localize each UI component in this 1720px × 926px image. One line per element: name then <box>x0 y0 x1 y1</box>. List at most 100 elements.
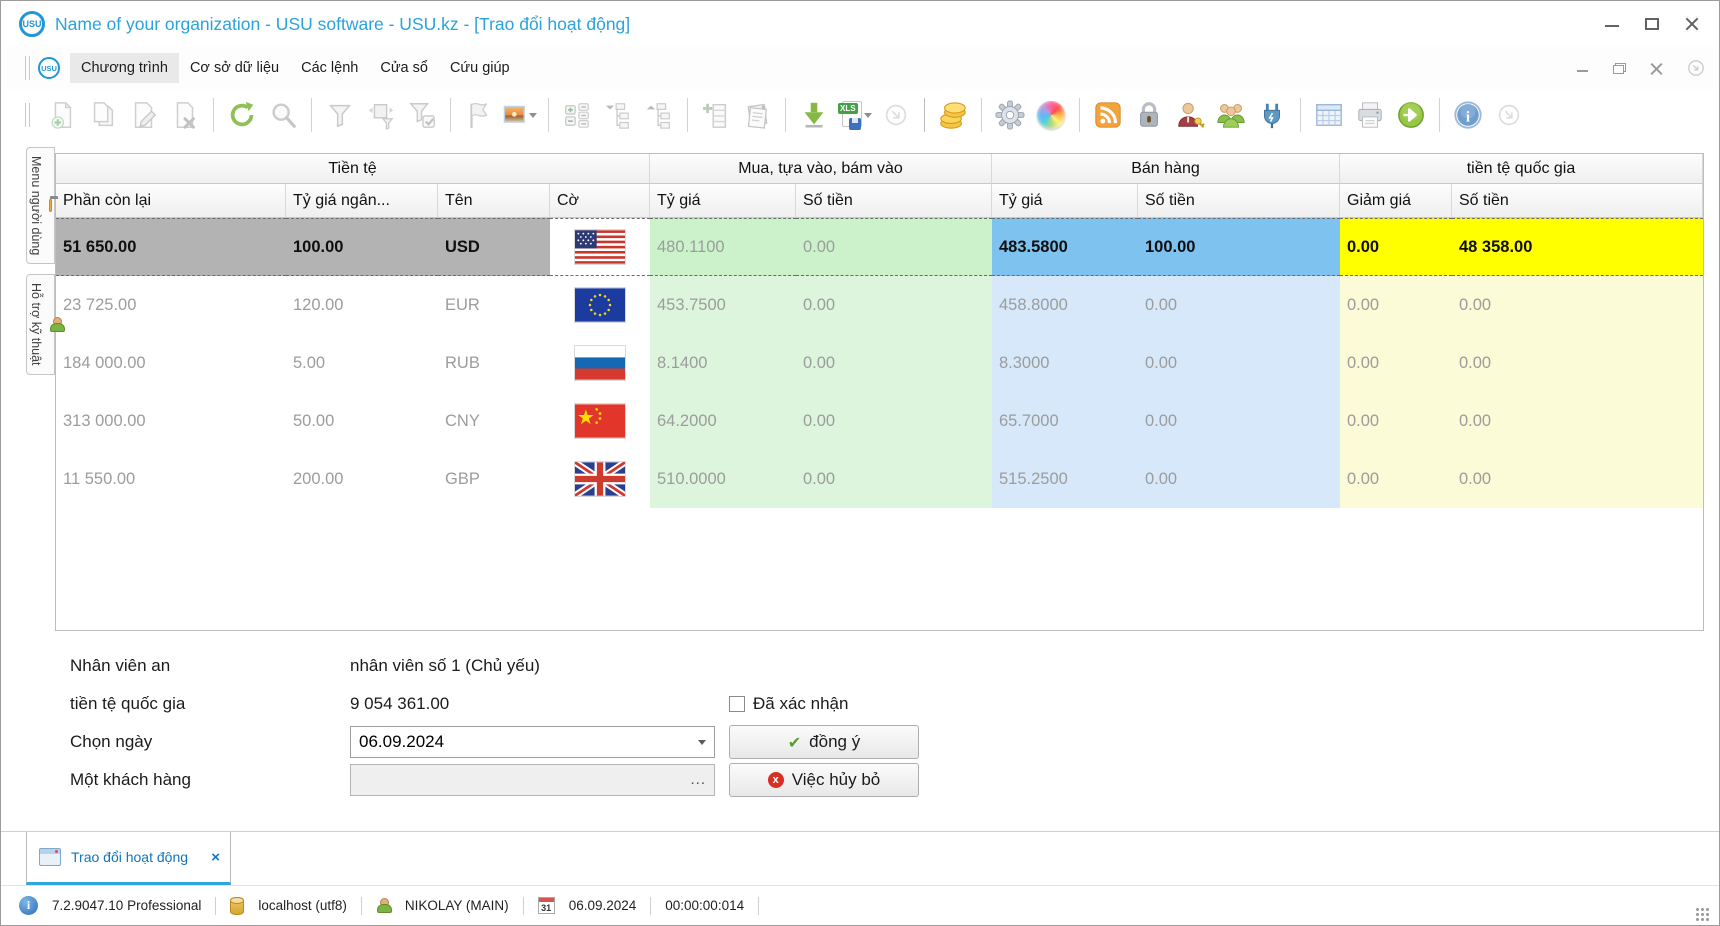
tree-expand-button[interactable] <box>601 97 635 133</box>
col-header-remaining[interactable]: Phần còn lại <box>56 184 286 218</box>
flag-cny[interactable] <box>550 392 650 450</box>
menu-item-database[interactable]: Cơ sở dữ liệu <box>179 53 290 83</box>
ok-button[interactable]: ✔ đồng ý <box>729 725 919 759</box>
confirmed-checkbox[interactable] <box>729 696 745 712</box>
child-restore-button[interactable] <box>1613 63 1626 74</box>
info-button[interactable]: i <box>1451 97 1485 133</box>
plug-button[interactable] <box>1255 97 1289 133</box>
add-record-button[interactable] <box>45 97 79 133</box>
users-group-button[interactable] <box>1214 97 1248 133</box>
cell-central-rate[interactable]: 5.00 <box>286 334 438 392</box>
cell-remaining[interactable]: 11 550.00 <box>56 450 286 508</box>
resize-grip[interactable] <box>1695 907 1709 921</box>
coins-button[interactable] <box>936 97 970 133</box>
cell-code[interactable]: RUB <box>438 334 550 392</box>
picture-button[interactable] <box>503 97 537 133</box>
sidebar-tab-tech-support[interactable]: Hỗ trợ kỹ thuật <box>26 274 55 375</box>
flag-usd[interactable] <box>550 218 650 276</box>
date-input[interactable] <box>350 726 715 758</box>
cell-sell-amount[interactable]: 0.00 <box>1138 392 1340 450</box>
sidebar-tab-user-menu[interactable]: Menu người dùng <box>26 147 55 264</box>
delete-record-button[interactable] <box>168 97 202 133</box>
cell-sell-amount[interactable]: 100.00 <box>1138 218 1340 276</box>
cell-buy-amount[interactable]: 0.00 <box>796 276 992 334</box>
window-close-button[interactable] <box>1685 18 1699 30</box>
lock-button[interactable] <box>1132 97 1166 133</box>
export-dropdown-arrow[interactable] <box>864 113 872 118</box>
cell-discount[interactable]: 0.00 <box>1340 392 1452 450</box>
cell-buy-rate[interactable]: 8.1400 <box>650 334 796 392</box>
child-close-button[interactable] <box>1650 63 1663 74</box>
cell-buy-amount[interactable]: 0.00 <box>796 392 992 450</box>
search-button[interactable] <box>266 97 300 133</box>
col-header-name[interactable]: Tên <box>438 184 550 218</box>
documents-button[interactable] <box>740 97 774 133</box>
col-header-national-amount[interactable]: Số tiền <box>1452 184 1703 218</box>
col-header-sell-amount[interactable]: Số tiền <box>1138 184 1340 218</box>
settings-gear-button[interactable] <box>993 97 1027 133</box>
child-minimize-button[interactable] <box>1576 63 1589 74</box>
cell-code[interactable]: USD <box>438 218 550 276</box>
cell-remaining[interactable]: 23 725.00 <box>56 276 286 334</box>
rss-button[interactable] <box>1091 97 1125 133</box>
cell-buy-rate[interactable]: 510.0000 <box>650 450 796 508</box>
cell-code[interactable]: GBP <box>438 450 550 508</box>
tab-exchange-operations[interactable]: Trao đổi hoạt động × <box>26 832 231 885</box>
cell-sell-rate[interactable]: 458.8000 <box>992 276 1138 334</box>
color-wheel-button[interactable] <box>1034 97 1068 133</box>
add-column-button[interactable] <box>699 97 733 133</box>
window-maximize-button[interactable] <box>1645 18 1659 30</box>
group-header-national[interactable]: tiền tệ quốc gia <box>1340 154 1703 184</box>
group-header-sell[interactable]: Bán hàng <box>992 154 1340 184</box>
cell-buy-amount[interactable]: 0.00 <box>796 218 992 276</box>
export-xls-button[interactable]: XLS <box>838 97 872 133</box>
col-header-buy-amount[interactable]: Số tiền <box>796 184 992 218</box>
menu-item-help[interactable]: Cứu giúp <box>439 53 521 83</box>
cell-national-amount[interactable]: 0.00 <box>1452 334 1703 392</box>
cell-national-amount[interactable]: 0.00 <box>1452 276 1703 334</box>
cell-national-amount[interactable]: 0.00 <box>1452 392 1703 450</box>
cell-buy-amount[interactable]: 0.00 <box>796 450 992 508</box>
cell-buy-amount[interactable]: 0.00 <box>796 334 992 392</box>
filter-columns-button[interactable] <box>364 97 398 133</box>
cell-code[interactable]: EUR <box>438 276 550 334</box>
window-minimize-button[interactable] <box>1605 18 1619 30</box>
cell-central-rate[interactable]: 200.00 <box>286 450 438 508</box>
toolbar-grip-2[interactable] <box>25 103 30 127</box>
group-header-buy[interactable]: Mua, tựa vào, bám vào <box>650 154 992 184</box>
tree-collapse-button[interactable] <box>642 97 676 133</box>
edit-record-button[interactable] <box>127 97 161 133</box>
refresh-button[interactable] <box>225 97 259 133</box>
flag-eur[interactable] <box>550 276 650 334</box>
table-grid-button[interactable] <box>1312 97 1346 133</box>
cell-discount[interactable]: 0.00 <box>1340 276 1452 334</box>
download-button[interactable] <box>797 97 831 133</box>
picture-dropdown-arrow[interactable] <box>529 113 537 118</box>
cell-sell-rate[interactable]: 483.5800 <box>992 218 1138 276</box>
cell-sell-amount[interactable]: 0.00 <box>1138 334 1340 392</box>
flag-gbp[interactable] <box>550 450 650 508</box>
cell-discount[interactable]: 0.00 <box>1340 450 1452 508</box>
menu-item-window[interactable]: Cửa sổ <box>369 53 439 83</box>
cell-discount[interactable]: 0.00 <box>1340 334 1452 392</box>
menu-item-commands[interactable]: Các lệnh <box>290 53 369 83</box>
cell-remaining[interactable]: 313 000.00 <box>56 392 286 450</box>
date-dropdown-arrow[interactable] <box>698 740 706 745</box>
cell-central-rate[interactable]: 50.00 <box>286 392 438 450</box>
cell-national-amount[interactable]: 48 358.00 <box>1452 218 1703 276</box>
col-header-flag[interactable]: Cờ <box>550 184 650 218</box>
cell-code[interactable]: CNY <box>438 392 550 450</box>
user-key-button[interactable] <box>1173 97 1207 133</box>
col-header-discount[interactable]: Giảm giá <box>1340 184 1452 218</box>
cell-remaining[interactable]: 184 000.00 <box>56 334 286 392</box>
customer-input[interactable]: ... <box>350 764 715 796</box>
cell-central-rate[interactable]: 120.00 <box>286 276 438 334</box>
cell-buy-rate[interactable]: 64.2000 <box>650 392 796 450</box>
cell-sell-amount[interactable]: 0.00 <box>1138 276 1340 334</box>
copy-record-button[interactable] <box>86 97 120 133</box>
printer-button[interactable] <box>1353 97 1387 133</box>
tab-close-icon[interactable]: × <box>211 849 220 866</box>
go-arrow-button[interactable] <box>1394 97 1428 133</box>
date-field[interactable] <box>359 732 698 752</box>
filter-button[interactable] <box>323 97 357 133</box>
